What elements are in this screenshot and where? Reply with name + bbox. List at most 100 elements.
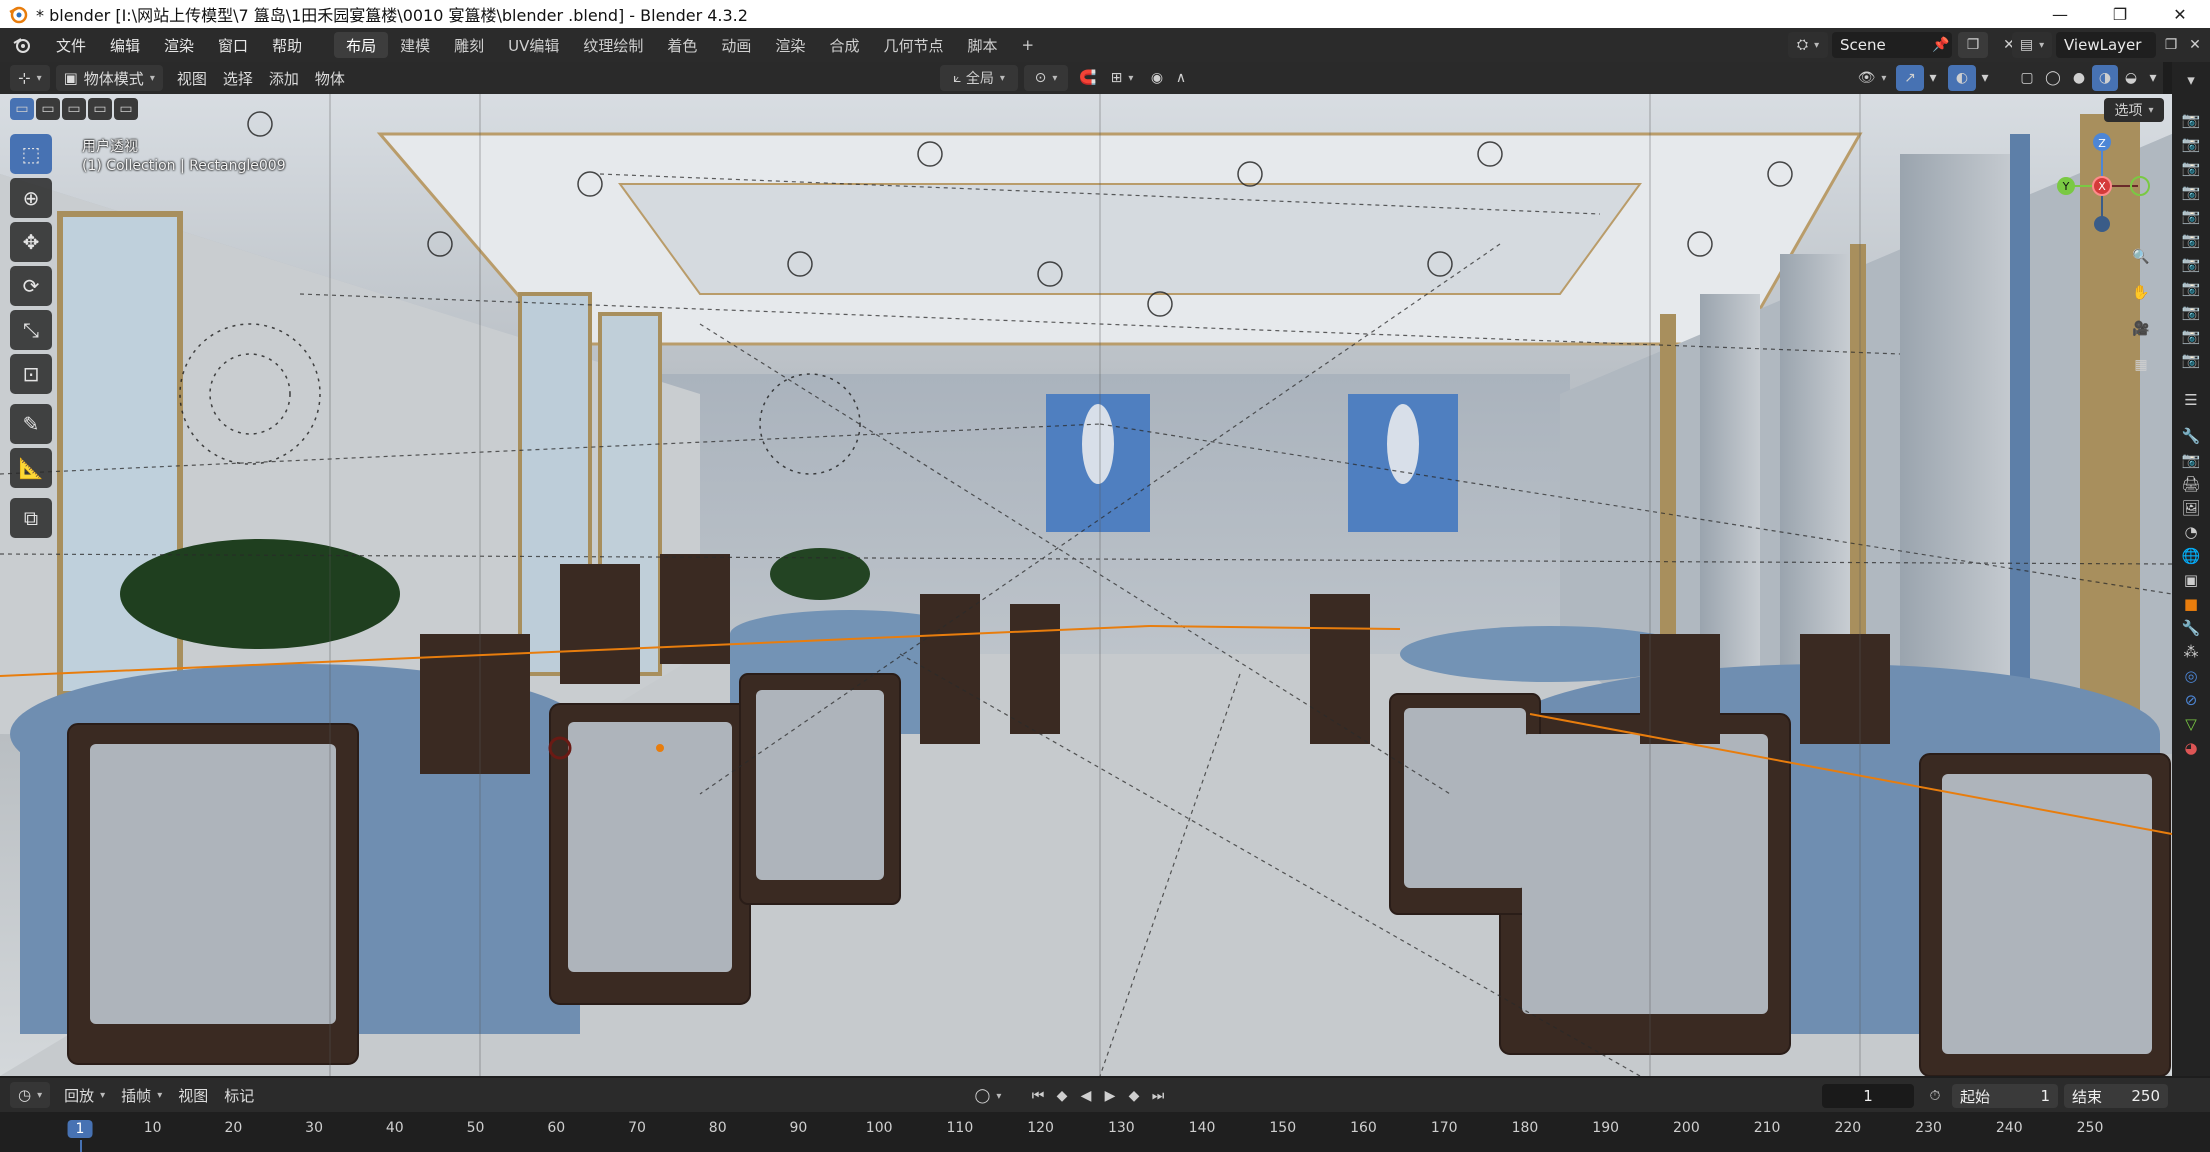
delete-view-layer-icon[interactable]: ✕ bbox=[2184, 32, 2206, 58]
timeline-ruler[interactable]: 1 10 20 30 40 50 60 70 80 90 100 110 120 130 140 150 160… bbox=[0, 1112, 2210, 1152]
close-button[interactable]: ✕ bbox=[2150, 0, 2210, 28]
menu-object[interactable]: 物体 bbox=[307, 65, 353, 91]
world-properties-icon[interactable]: 🌐 bbox=[2177, 544, 2205, 568]
3d-viewport[interactable]: 用户透视 (1) Collection | Rectangle009 ▭ ▭ ▭… bbox=[0, 94, 2172, 1076]
new-view-layer-icon[interactable]: ❐ bbox=[2158, 32, 2184, 58]
camera-visibility-icon[interactable]: 📷 bbox=[2177, 108, 2205, 132]
timeline-menu-playback[interactable]: 回放 ▾ bbox=[56, 1082, 113, 1108]
play-reverse-icon[interactable]: ◀ bbox=[1076, 1084, 1096, 1108]
zoom-icon[interactable]: 🔍 bbox=[2126, 242, 2156, 272]
camera-visibility-icon-6[interactable]: 📷 bbox=[2177, 228, 2205, 252]
falloff-icon[interactable]: ∧ bbox=[1170, 65, 1192, 91]
rendered-shading-icon[interactable]: ◒ bbox=[2118, 65, 2144, 91]
annotate-tool-icon[interactable]: ✎ bbox=[10, 404, 52, 444]
shading-dropdown-icon[interactable]: ▾ bbox=[2144, 65, 2162, 91]
scene-properties-icon[interactable]: ◔ bbox=[2177, 520, 2205, 544]
tab-layout[interactable]: 布局 bbox=[334, 32, 389, 58]
camera-visibility-icon-3[interactable]: 📷 bbox=[2177, 156, 2205, 180]
menu-add[interactable]: 添加 bbox=[261, 65, 307, 91]
tab-animation[interactable]: 动画 bbox=[709, 32, 763, 58]
tool-properties-icon[interactable]: 🔧 bbox=[2177, 424, 2205, 448]
maximize-button[interactable]: ❐ bbox=[2090, 0, 2150, 28]
material-shading-icon[interactable]: ◑ bbox=[2092, 65, 2118, 91]
select-intersect-icon[interactable]: ▭ bbox=[114, 98, 138, 120]
transform-tool-icon[interactable]: ⊡ bbox=[10, 354, 52, 394]
timeline-menu-marker[interactable]: 标记 bbox=[216, 1082, 262, 1108]
particles-properties-icon[interactable]: ⁂ bbox=[2177, 640, 2205, 664]
timeline-editor-type-icon[interactable]: ◷ ▾ bbox=[10, 1082, 51, 1108]
start-frame-field[interactable]: 起始 1 bbox=[1952, 1084, 2058, 1108]
select-invert-icon[interactable]: ▭ bbox=[88, 98, 112, 120]
select-subtract-icon[interactable]: ▭ bbox=[62, 98, 86, 120]
timeline-menu-keying[interactable]: 插帧 ▾ bbox=[113, 1082, 170, 1108]
material-properties-icon[interactable]: ◕ bbox=[2177, 736, 2205, 760]
overlay-toggle-icon[interactable]: ◐ bbox=[1948, 65, 1976, 91]
proportional-edit-icon[interactable]: ◉ bbox=[1146, 65, 1168, 91]
transform-orientation-dropdown[interactable]: ⟀ 全局 ▾ bbox=[940, 65, 1018, 91]
end-frame-field[interactable]: 结束 250 bbox=[2064, 1084, 2168, 1108]
add-workspace-button[interactable]: + bbox=[1009, 32, 1046, 58]
select-extend-icon[interactable]: ▭ bbox=[36, 98, 60, 120]
auto-keying-icon[interactable]: ◯ ▾ bbox=[968, 1084, 1008, 1108]
camera-visibility-icon-2[interactable]: 📷 bbox=[2177, 132, 2205, 156]
camera-visibility-icon-4[interactable]: 📷 bbox=[2177, 180, 2205, 204]
add-cube-tool-icon[interactable]: ⧉ bbox=[10, 498, 52, 538]
pivot-point-icon[interactable]: ⊙ ▾ bbox=[1024, 65, 1068, 91]
menu-view[interactable]: 视图 bbox=[169, 65, 215, 91]
xray-toggle-icon[interactable]: ▢ bbox=[2014, 65, 2040, 91]
blender-menu-icon[interactable] bbox=[0, 28, 44, 62]
snap-icon[interactable]: 🧲 bbox=[1074, 65, 1102, 91]
cursor-tool-icon[interactable]: ⊕ bbox=[10, 178, 52, 218]
output-properties-icon[interactable]: 🖨 bbox=[2177, 472, 2205, 496]
tab-modeling[interactable]: 建模 bbox=[388, 32, 442, 58]
constraints-properties-icon[interactable]: ⊘ bbox=[2177, 688, 2205, 712]
options-dropdown[interactable]: 选项 ▾ bbox=[2104, 98, 2164, 122]
rotate-tool-icon[interactable]: ⟳ bbox=[10, 266, 52, 306]
tab-scripting[interactable]: 脚本 bbox=[955, 32, 1009, 58]
camera-visibility-icon-9[interactable]: 📷 bbox=[2177, 300, 2205, 324]
object-properties-icon[interactable]: ■ bbox=[2177, 592, 2205, 616]
gizmo-toggle-icon[interactable]: ↗ bbox=[1896, 65, 1924, 91]
pin-icon[interactable]: 📌 bbox=[1930, 32, 1952, 58]
playhead-line[interactable] bbox=[80, 1140, 82, 1152]
visibility-icon[interactable]: 👁 ▾ bbox=[1852, 65, 1892, 91]
menu-select[interactable]: 选择 bbox=[215, 65, 261, 91]
select-new-icon[interactable]: ▭ bbox=[10, 98, 34, 120]
menu-window[interactable]: 窗口 bbox=[206, 28, 260, 62]
render-properties-icon[interactable]: 📷 bbox=[2177, 448, 2205, 472]
tab-geometry-nodes[interactable]: 几何节点 bbox=[871, 32, 955, 58]
stopwatch-icon[interactable]: ⏱ bbox=[1922, 1084, 1948, 1108]
tab-compositing[interactable]: 合成 bbox=[817, 32, 871, 58]
timeline-menu-view[interactable]: 视图 bbox=[170, 1082, 216, 1108]
data-properties-icon[interactable]: ▽ bbox=[2177, 712, 2205, 736]
solid-shading-icon[interactable]: ● bbox=[2066, 65, 2092, 91]
view-layer-properties-icon[interactable]: 🖼 bbox=[2177, 496, 2205, 520]
jump-end-icon[interactable]: ⏭ bbox=[1148, 1084, 1168, 1108]
play-icon[interactable]: ▶ bbox=[1100, 1084, 1120, 1108]
current-frame-field[interactable]: 1 bbox=[1822, 1084, 1914, 1108]
tab-sculpting[interactable]: 雕刻 bbox=[442, 32, 496, 58]
jump-start-icon[interactable]: ⏮ bbox=[1028, 1084, 1048, 1108]
mode-dropdown[interactable]: ▣ 物体模式 ▾ bbox=[55, 65, 163, 91]
view-layer-field[interactable]: ViewLayer bbox=[2056, 32, 2156, 58]
outliner-filter-icon[interactable]: ▾ bbox=[2177, 68, 2205, 92]
view-layer-selector-icon[interactable]: ▤ ▾ bbox=[2012, 32, 2052, 58]
tab-texture-paint[interactable]: 纹理绘制 bbox=[571, 32, 655, 58]
properties-filter-icon[interactable]: ☰ bbox=[2177, 388, 2205, 412]
navigation-gizmo[interactable]: Z Y X bbox=[2040, 128, 2160, 238]
move-tool-icon[interactable]: ✥ bbox=[10, 222, 52, 262]
editor-type-dropdown[interactable]: ⊹ ▾ bbox=[10, 65, 50, 91]
ortho-grid-icon[interactable]: ▦ bbox=[2126, 350, 2156, 380]
prev-keyframe-icon[interactable]: ◆ bbox=[1052, 1084, 1072, 1108]
measure-tool-icon[interactable]: 📐 bbox=[10, 448, 52, 488]
scale-tool-icon[interactable]: ⤡ bbox=[10, 310, 52, 350]
camera-visibility-icon-5[interactable]: 📷 bbox=[2177, 204, 2205, 228]
camera-visibility-icon-10[interactable]: 📷 bbox=[2177, 324, 2205, 348]
snap-target-icon[interactable]: ⊞ ▾ bbox=[1102, 65, 1142, 91]
collection-properties-icon[interactable]: ▣ bbox=[2177, 568, 2205, 592]
menu-file[interactable]: 文件 bbox=[44, 28, 98, 62]
camera-visibility-icon-7[interactable]: 📷 bbox=[2177, 252, 2205, 276]
scene-selector-icon[interactable]: ⛭ ▾ bbox=[1788, 32, 1828, 58]
camera-view-icon[interactable]: 🎥 bbox=[2126, 314, 2156, 344]
tab-uv-editing[interactable]: UV编辑 bbox=[496, 32, 571, 58]
